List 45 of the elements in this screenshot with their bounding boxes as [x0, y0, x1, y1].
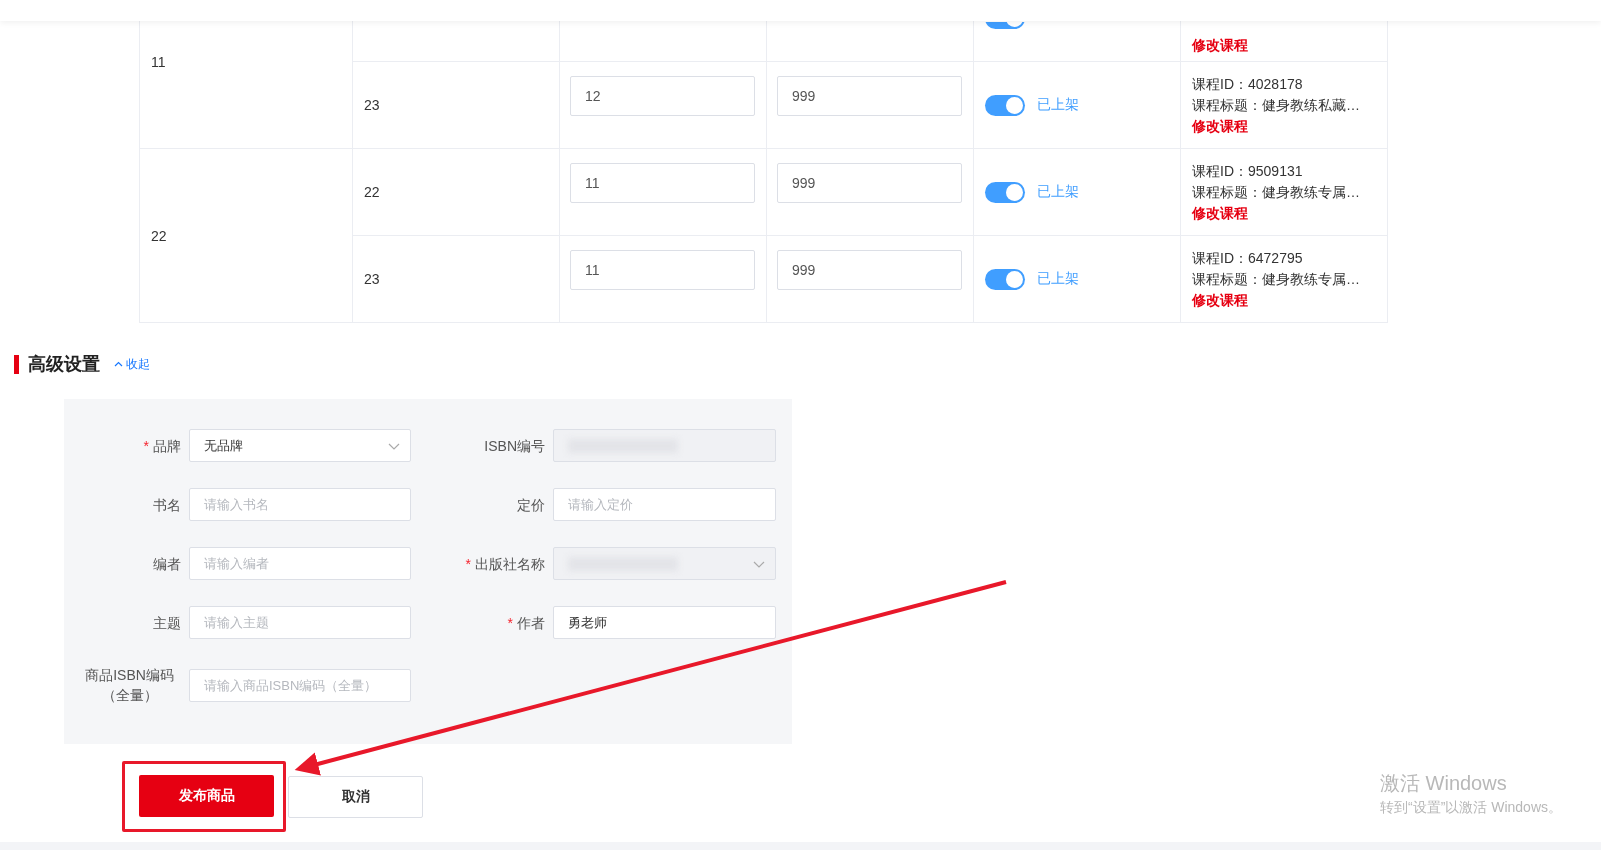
sku-value: 23 — [364, 271, 380, 287]
course-title: 课程标题：健身教练专属… — [1192, 269, 1361, 289]
publish-button[interactable]: 发布商品 — [139, 775, 274, 817]
field-label: * 品牌 — [142, 436, 181, 456]
status-label: 已上架 — [1037, 96, 1079, 114]
group-label: 11 — [151, 53, 166, 70]
field-label: ISBN编号 — [483, 436, 545, 456]
input-field[interactable]: 请输入商品ISBN编码（全量） — [189, 668, 411, 702]
section-title: 高级设置 — [28, 353, 100, 376]
field-label: * 出版社名称 — [464, 554, 545, 574]
price-input[interactable]: 999 — [777, 76, 962, 116]
group-label: 22 — [151, 227, 167, 244]
edit-course-link[interactable]: 修改课程 — [1192, 290, 1376, 310]
course-title: 课程标题：健身教练专属… — [1192, 182, 1361, 202]
stock-input[interactable]: 11 — [570, 163, 755, 203]
activation-title: 激活 Windows — [1380, 771, 1508, 796]
input-field[interactable]: 勇老师 — [553, 606, 776, 639]
course-id: 课程ID：9509131 — [1192, 161, 1304, 181]
status-label: 已上架 — [1037, 183, 1079, 201]
course-id: 课程ID：4028178 — [1192, 74, 1304, 94]
stock-input[interactable]: 11 — [570, 250, 755, 290]
sku-value: 22 — [364, 184, 380, 200]
input-field[interactable]: 请输入定价 — [553, 488, 776, 521]
field-label: * 作者 — [506, 613, 545, 633]
field-label: 定价 — [516, 495, 545, 515]
price-input[interactable]: 999 — [777, 163, 962, 203]
collapse-link[interactable]: 收起 — [114, 355, 150, 373]
stock-input[interactable]: 12 — [570, 76, 755, 116]
field-label: 主题 — [152, 613, 181, 633]
cancel-button[interactable]: 取消 — [288, 775, 423, 818]
sku-value: 23 — [364, 97, 380, 113]
edit-course-link[interactable]: 修改课程 — [1192, 203, 1376, 223]
input-field[interactable]: 请输入书名 — [189, 488, 411, 521]
brand-select[interactable]: 无品牌 — [189, 429, 411, 462]
activation-subtitle: 转到“设置”以激活 Windows。 — [1380, 799, 1562, 817]
field-label: 编者 — [152, 554, 181, 574]
field-label: 商品ISBN编码（全量） — [84, 666, 175, 705]
course-title: 课程标题：健身教练私藏… — [1192, 95, 1361, 115]
edit-course-link[interactable]: 修改课程 — [1192, 116, 1376, 136]
status-label: 已上架 — [1037, 270, 1079, 288]
field-label: 书名 — [152, 495, 181, 515]
course-id: 课程ID：6472795 — [1192, 248, 1304, 268]
price-input[interactable]: 999 — [777, 250, 962, 290]
input-field[interactable]: 请输入编者 — [189, 547, 411, 580]
input-field[interactable]: 请输入主题 — [189, 606, 411, 639]
